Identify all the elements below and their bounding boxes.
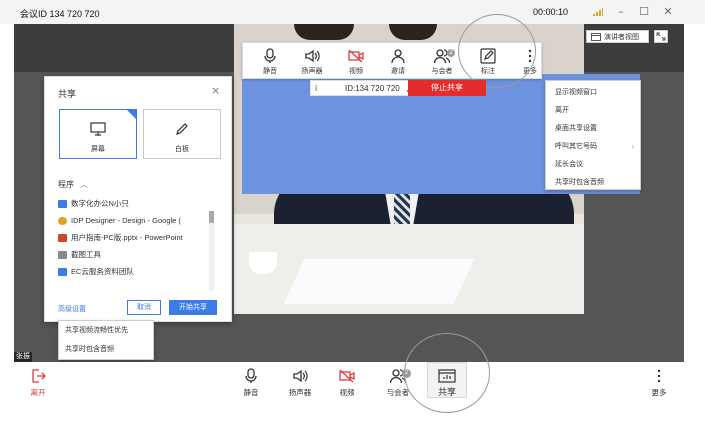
presenter-view-icon (591, 33, 601, 41)
app-window-icon (58, 268, 67, 276)
program-item[interactable]: 用户指南-PC版.pptx - PowerPoint (58, 229, 216, 246)
program-item[interactable]: IDP Designer - Design - Google ( (58, 212, 216, 229)
leave-button[interactable]: 离开 (16, 368, 60, 398)
share-whiteboard-tile[interactable]: 白板 (143, 109, 221, 159)
sharing-meeting-id: ID:134 720 720 (345, 84, 400, 93)
microphone-icon (264, 48, 276, 63)
share-invite-button[interactable]: 邀请 (381, 48, 415, 76)
share-screen-tile[interactable]: 屏幕 (59, 109, 137, 159)
menu-item-leave[interactable]: 离开 (546, 102, 640, 120)
presenter-view-button[interactable]: 演讲者视图 (586, 30, 649, 43)
snipping-tool-icon (58, 251, 67, 259)
highlight-circle-share (404, 333, 490, 413)
invite-icon (391, 49, 405, 64)
menu-item-show-video-window[interactable]: 显示视频窗口 (546, 84, 640, 102)
meeting-id-text: 会议ID 134 720 720 (20, 9, 100, 19)
info-icon: ⅰ (315, 84, 318, 93)
program-item[interactable]: 截图工具 (58, 246, 216, 263)
menu-item-share-audio[interactable]: 共享时包含音频 (546, 174, 640, 192)
monitor-icon (90, 122, 106, 136)
mute-button[interactable]: 静音 (229, 368, 273, 398)
fullscreen-icon (656, 32, 666, 41)
microphone-icon (245, 368, 257, 383)
start-share-button[interactable]: 开始共享 (169, 300, 217, 315)
speaker-button[interactable]: 扬声器 (278, 368, 322, 398)
share-participants-button[interactable]: 2 与会者 (425, 48, 459, 76)
menu-item-call-other-number[interactable]: 呼叫其它号码 › (546, 138, 640, 156)
video-off-icon (339, 369, 355, 383)
speaker-icon (305, 49, 320, 63)
share-speaker-button[interactable]: 扬声器 (295, 48, 329, 76)
fullscreen-button[interactable] (654, 30, 668, 43)
share-mute-button[interactable]: 静音 (253, 48, 287, 76)
menu-item-extend-meeting[interactable]: 延长会议 (546, 156, 640, 174)
participants-count-badge: 2 (447, 49, 455, 57)
meeting-timer: 00:00:10 (533, 7, 569, 17)
maximize-icon[interactable]: ☐ (637, 5, 651, 19)
program-list-scrollbar[interactable] (209, 211, 214, 291)
more-button[interactable]: 更多 (637, 368, 681, 398)
more-menu: 显示视频窗口 离开 桌面共享设置 呼叫其它号码 › 延长会议 共享时包含音频 (545, 80, 641, 190)
pencil-icon (176, 123, 188, 135)
advanced-settings-link[interactable]: 高级设置 (58, 304, 86, 314)
advanced-settings-menu: 共享视频流畅性优先 共享时包含音频 (58, 320, 154, 360)
stop-share-button[interactable]: 停止共享 (408, 80, 486, 96)
video-button[interactable]: 视频 (325, 368, 369, 398)
menu-item-desktop-share-settings[interactable]: 桌面共享设置 (546, 120, 640, 138)
bottom-toolbar: 离开 静音 扬声器 视频 2 与会者 共享 更多 (0, 362, 705, 440)
program-item[interactable]: EC云服务资料团队 (58, 263, 216, 280)
menu-item-share-audio[interactable]: 共享时包含音频 (59, 340, 153, 359)
video-off-icon (348, 49, 364, 63)
more-vertical-icon (657, 369, 661, 383)
share-video-button[interactable]: 视频 (339, 48, 373, 76)
participant-name-label: 张振 (14, 352, 32, 362)
share-dialog: 共享 × 屏幕 白板 程序 ︿ 数字化办公N小只 IDP Designer - D… (44, 76, 232, 322)
powerpoint-icon (58, 234, 67, 242)
minimize-icon[interactable]: – (614, 5, 628, 19)
speaker-icon (293, 369, 308, 383)
close-icon[interactable]: ✕ (661, 5, 675, 19)
program-list: 数字化办公N小只 IDP Designer - Design - Google … (58, 195, 216, 280)
signal-strength-icon (593, 8, 603, 16)
chrome-icon (58, 217, 67, 225)
dialog-title: 共享 (58, 89, 77, 99)
title-bar: 会议ID 134 720 720 00:00:10 – ☐ ✕ (0, 0, 705, 24)
chevron-up-icon: ︿ (80, 180, 88, 189)
cancel-button[interactable]: 取消 (127, 300, 161, 315)
program-item[interactable]: 数字化办公N小只 (58, 195, 216, 212)
menu-item-video-smoothness-priority[interactable]: 共享视频流畅性优先 (59, 321, 153, 340)
leave-icon (32, 369, 46, 383)
chevron-right-icon: › (631, 142, 634, 151)
close-icon[interactable]: × (211, 84, 220, 97)
highlight-circle-annotate (458, 14, 536, 88)
programs-header[interactable]: 程序 ︿ (58, 179, 88, 190)
app-window-icon (58, 200, 67, 208)
